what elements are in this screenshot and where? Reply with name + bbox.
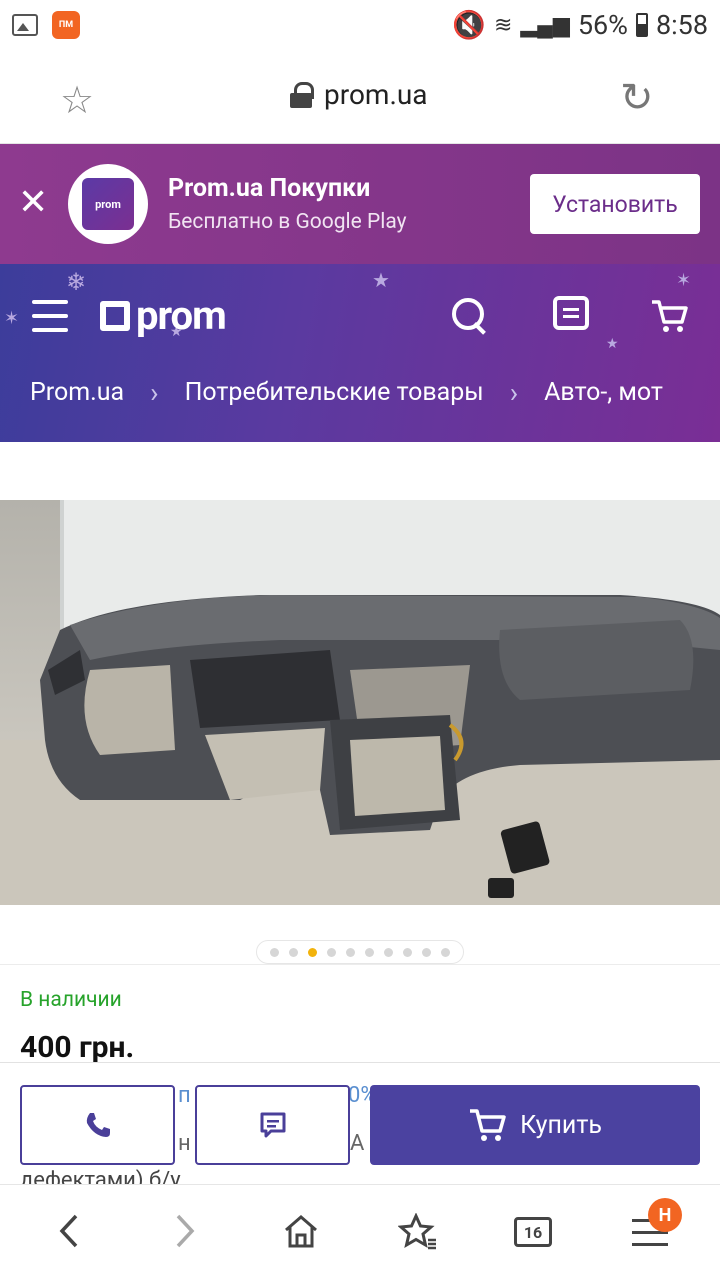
messages-icon[interactable] — [553, 296, 589, 330]
divider — [0, 964, 720, 965]
battery-percent: 56% — [577, 9, 628, 41]
star-decoration: ✶ — [676, 270, 692, 291]
star-decoration: ★ — [606, 336, 619, 352]
app-logo-mark: prom — [82, 178, 134, 230]
gallery-dot[interactable] — [403, 947, 412, 957]
breadcrumb: Prom.ua › Потребительские товары › Авто-… — [30, 376, 663, 409]
gallery-dot[interactable] — [441, 947, 450, 957]
gallery-pagination — [256, 940, 464, 964]
cart-icon[interactable] — [650, 296, 690, 343]
snowflake-decoration: ❄ — [66, 268, 87, 296]
app-install-banner: ✕ prom Prom.ua Покупки Бесплатно в Googl… — [0, 144, 720, 264]
logo-wordmark: prom — [136, 292, 227, 339]
browser-url-bar: ☆ prom.ua ↻ — [0, 50, 720, 144]
product-photo[interactable] — [0, 500, 720, 905]
gallery-dot[interactable] — [327, 947, 336, 957]
browser-bottom-nav: 16 — [0, 1184, 720, 1280]
home-icon[interactable] — [282, 1213, 320, 1258]
tabs-counter[interactable]: 16 — [514, 1217, 552, 1247]
menu-burger-icon[interactable] — [32, 300, 68, 332]
url-text: prom.ua — [324, 78, 428, 111]
bookmark-star-icon[interactable]: ☆ — [60, 78, 94, 123]
clock: 8:58 — [655, 9, 708, 41]
gallery-dot[interactable] — [308, 947, 317, 957]
call-button[interactable] — [20, 1085, 175, 1165]
gallery-notification-icon — [12, 14, 38, 36]
prom-logo[interactable]: prom — [100, 292, 227, 339]
underlying-text-fragment: А — [350, 1131, 365, 1156]
favorites-icon[interactable] — [397, 1212, 438, 1260]
star-decoration: ★ — [372, 268, 390, 292]
breadcrumb-item[interactable]: Prom.ua — [30, 378, 124, 407]
app-logo: prom — [68, 164, 148, 244]
star-decoration: ✶ — [4, 308, 20, 329]
back-icon[interactable] — [56, 1213, 82, 1258]
product-price: 400 грн. — [20, 1030, 135, 1065]
chat-icon — [260, 1112, 285, 1138]
lock-icon — [290, 81, 314, 108]
banner-title: Prom.ua Покупки — [168, 174, 371, 203]
gallery-dot[interactable] — [384, 947, 393, 957]
mute-icon: 🔇 — [452, 9, 486, 41]
gallery-dot[interactable] — [270, 947, 279, 957]
notification-badge: Н — [648, 1198, 682, 1232]
gallery-dot[interactable] — [289, 947, 298, 957]
signal-icon: ▂▄▆ — [520, 13, 570, 38]
phone-icon — [86, 1113, 110, 1137]
address-field[interactable]: prom.ua — [290, 78, 428, 111]
site-header: ❄ ✶ ★ ✶ ★ ★ prom Prom.ua › Потребительск… — [0, 264, 720, 442]
reload-icon[interactable]: ↻ — [620, 74, 654, 121]
gallery-dot[interactable] — [422, 947, 431, 957]
availability-status: В наличии — [20, 988, 122, 1012]
buy-button[interactable]: Купить — [370, 1085, 700, 1165]
gallery-dot[interactable] — [346, 947, 355, 957]
breadcrumb-item[interactable]: Потребительские товары — [185, 378, 484, 407]
underlying-text-fragment: н — [178, 1131, 191, 1156]
forward-icon[interactable] — [172, 1213, 198, 1258]
logo-square-icon — [100, 300, 130, 331]
install-button[interactable]: Установить — [530, 174, 700, 234]
message-button[interactable] — [195, 1085, 350, 1165]
gallery-dot[interactable] — [365, 947, 374, 957]
cart-icon — [470, 1109, 506, 1141]
chevron-right-icon: › — [150, 376, 159, 409]
close-banner-icon[interactable]: ✕ — [18, 184, 48, 220]
sticky-action-bar: п 0% н А Купить — [0, 1062, 720, 1184]
buy-label: Купить — [520, 1110, 602, 1140]
search-icon[interactable] — [448, 296, 488, 336]
breadcrumb-item[interactable]: Авто-, мот — [544, 378, 663, 407]
wifi-icon: ≋ — [493, 12, 513, 38]
battery-icon — [635, 13, 648, 37]
underlying-text-fragment: п — [178, 1083, 191, 1108]
app-notification-icon: ПМ — [52, 11, 80, 39]
status-bar: ПМ 🔇 ≋ ▂▄▆ 56% 8:58 — [0, 0, 720, 50]
chevron-right-icon: › — [509, 376, 519, 409]
banner-subtitle: Бесплатно в Google Play — [168, 210, 407, 234]
